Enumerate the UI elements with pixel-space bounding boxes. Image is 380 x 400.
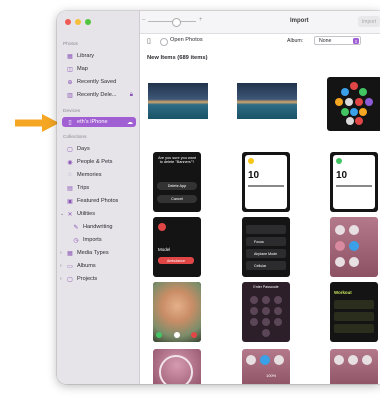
photo-thumbnail-facetime[interactable] xyxy=(153,282,201,342)
utilities-icon: ✕ xyxy=(67,211,73,218)
zoom-out-icon[interactable]: – xyxy=(142,17,145,23)
photo-thumbnail-workout[interactable]: Workout xyxy=(330,282,378,342)
sidebar-item-media-types[interactable]: › ▦ Media Types xyxy=(58,248,132,258)
zoom-slider-knob[interactable] xyxy=(172,18,181,27)
cloud-icon: ☁ xyxy=(127,119,133,126)
new-items-heading: New Items (689 items) xyxy=(147,55,208,61)
chevron-down-icon[interactable]: ⌄ xyxy=(60,211,65,217)
sidebar-item-utilities[interactable]: ⌄ ✕ Utilities xyxy=(58,209,132,219)
window-controls xyxy=(65,19,91,25)
sidebar-item-featured-photos[interactable]: ▣ Featured Photos xyxy=(62,196,136,206)
section-collections: Collections xyxy=(63,135,87,140)
recently-saved-icon: ⊕ xyxy=(67,79,73,86)
section-devices: Devices xyxy=(63,109,81,114)
photo-thumbnail-beach-2[interactable] xyxy=(237,83,297,119)
sidebar-item-trips[interactable]: ▤ Trips xyxy=(62,183,136,193)
photo-thumbnail-control-center[interactable] xyxy=(330,217,378,277)
sidebar-item-iphone[interactable]: ▯ eth's iPhone ☁ xyxy=(62,117,136,127)
zoom-button[interactable] xyxy=(85,19,91,25)
sidebar-item-handwriting[interactable]: ✎ Handwriting xyxy=(68,222,136,232)
chevron-right-icon[interactable]: › xyxy=(60,276,65,282)
photo-thumbnail-clock-face-2[interactable]: 10 xyxy=(330,152,378,212)
import-button[interactable]: Import xyxy=(358,16,380,27)
imports-icon: ◷ xyxy=(73,237,79,244)
window-title: Import xyxy=(290,18,309,24)
sidebar-item-albums[interactable]: › ▭ Albums xyxy=(58,261,132,271)
sidebar-item-projects[interactable]: › ▢ Projects xyxy=(58,274,132,284)
sidebar-item-recently-saved[interactable]: ⊕ Recently Saved xyxy=(62,77,136,87)
sidebar-item-days[interactable]: ▢ Days xyxy=(62,144,136,154)
sidebar: Photos ▦ Library ◫ Map ⊕ Recently Saved ▥ Re… xyxy=(57,11,140,384)
photo-thumbnail-clock-face[interactable]: 10 xyxy=(242,152,290,212)
calendar-icon: ▢ xyxy=(67,146,73,153)
photo-thumbnail-medical-id[interactable]: Model Ambulance xyxy=(153,217,201,277)
photo-thumbnail-beach-1[interactable] xyxy=(148,83,208,119)
chevron-right-icon[interactable]: › xyxy=(60,263,65,269)
photo-thumbnail-control-center-2[interactable]: 100% xyxy=(242,349,290,384)
sidebar-item-people-pets[interactable]: ◉ People & Pets xyxy=(62,157,136,167)
complication-icon xyxy=(248,158,254,164)
photo-thumbnail-control-center-3[interactable] xyxy=(330,349,378,384)
album-label: Album: xyxy=(287,38,304,44)
sidebar-item-library[interactable]: ▦ Library xyxy=(62,51,136,61)
media-types-icon: ▦ xyxy=(67,250,73,257)
album-select[interactable]: None ⇕ xyxy=(314,36,361,45)
section-photos: Photos xyxy=(63,42,78,47)
sidebar-item-recently-deleted[interactable]: ▥ Recently Dele... 🔒︎ xyxy=(62,90,136,100)
sidebar-item-map[interactable]: ◫ Map xyxy=(62,64,136,74)
lock-icon: 🔒︎ xyxy=(129,91,133,98)
people-icon: ◉ xyxy=(67,159,73,166)
map-icon: ◫ xyxy=(67,66,73,73)
pen-icon: ✎ xyxy=(73,224,79,231)
chevron-updown-icon: ⇕ xyxy=(353,38,359,44)
photo-thumbnail-control-list[interactable]: Focus Airplane Mode Cellular xyxy=(242,217,290,277)
zoom-in-icon[interactable]: + xyxy=(199,17,203,23)
photos-import-window: Photos ▦ Library ◫ Map ⊕ Recently Saved ▥ Re… xyxy=(57,11,380,384)
complication-icon xyxy=(336,158,342,164)
minimize-button[interactable] xyxy=(75,19,81,25)
photo-library-icon: ▦ xyxy=(67,53,73,60)
open-photos-checkbox[interactable] xyxy=(160,38,168,46)
open-photos-label: Open Photos xyxy=(170,37,203,43)
photo-thumbnail-watch-apps[interactable] xyxy=(327,77,380,131)
app-grid-icon xyxy=(335,82,373,125)
photo-thumbnail-dial[interactable] xyxy=(153,349,201,384)
photo-thumbnail-passcode[interactable]: Enter Passcode xyxy=(242,282,290,342)
sidebar-item-memories[interactable]: ◌ Memories xyxy=(62,170,136,180)
zoom-slider[interactable] xyxy=(148,18,196,27)
suitcase-icon: ▤ xyxy=(67,185,73,192)
keypad-icon xyxy=(250,296,282,337)
photo-thumbnail-delete-app[interactable]: Are you sure you want to delete "Banners… xyxy=(153,152,201,212)
trash-icon: ▥ xyxy=(67,92,73,99)
close-button[interactable] xyxy=(65,19,71,25)
featured-icon: ▣ xyxy=(67,198,73,205)
chevron-right-icon[interactable]: › xyxy=(60,250,65,256)
sidebar-item-imports[interactable]: ◷ Imports xyxy=(68,235,136,245)
memories-icon: ◌ xyxy=(68,172,72,178)
delete-app-button: Delete App xyxy=(157,182,197,190)
pointer-arrow-icon xyxy=(15,114,59,132)
main-content: – + Import Import ▯ Open Photos Album: N… xyxy=(140,11,380,384)
toolbar: – + Import Import xyxy=(140,11,380,34)
iphone-icon: ▯ xyxy=(68,119,72,126)
albums-icon: ▭ xyxy=(67,263,73,270)
iphone-icon: ▯ xyxy=(147,38,151,45)
projects-icon: ▢ xyxy=(67,276,73,283)
import-options-bar: ▯ Open Photos Album: None ⇕ xyxy=(140,34,380,48)
cancel-button: Cancel xyxy=(157,195,197,203)
